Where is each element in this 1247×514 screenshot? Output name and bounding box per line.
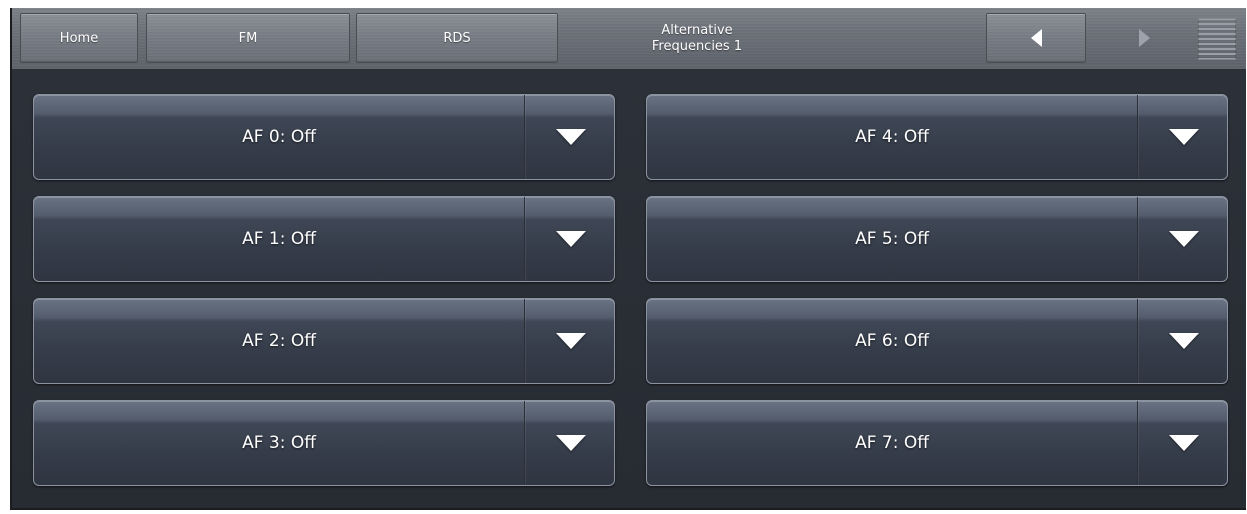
af-2-dropdown[interactable]: AF 2: Off: [33, 298, 615, 384]
af-6-dropdown[interactable]: AF 6: Off: [646, 298, 1228, 384]
af-2-dropdown-toggle[interactable]: [525, 299, 614, 383]
chevron-down-icon: [555, 231, 586, 247]
page-title-line1: Alternative: [661, 23, 733, 38]
af-7-dropdown[interactable]: AF 7: Off: [646, 400, 1228, 486]
af-3-dropdown[interactable]: AF 3: Off: [33, 400, 615, 486]
af-settings-panel: AF 0: Off AF 1: Off AF 2: Off AF 3: Off …: [12, 70, 1246, 508]
af-4-dropdown-toggle[interactable]: [1138, 95, 1227, 179]
arrow-left-icon: [1030, 29, 1042, 47]
af-1-label: AF 1: Off: [242, 229, 316, 249]
chevron-down-icon: [555, 333, 586, 349]
af-4-dropdown[interactable]: AF 4: Off: [646, 94, 1228, 180]
previous-page-button[interactable]: [986, 13, 1086, 63]
af-6-label: AF 6: Off: [855, 331, 929, 351]
af-0-label: AF 0: Off: [242, 127, 316, 147]
af-5-dropdown-toggle[interactable]: [1138, 197, 1227, 281]
menu-icon[interactable]: [1198, 18, 1236, 60]
page-title-line2: Frequencies 1: [651, 39, 743, 54]
chevron-down-icon: [1168, 435, 1199, 451]
af-3-dropdown-toggle[interactable]: [525, 401, 614, 485]
rds-button[interactable]: RDS: [356, 13, 558, 63]
app-window: Home FM RDS Alternative Frequencies 1 AF…: [0, 0, 1247, 514]
af-7-dropdown-toggle[interactable]: [1138, 401, 1227, 485]
af-6-dropdown-toggle[interactable]: [1138, 299, 1227, 383]
main-frame: Home FM RDS Alternative Frequencies 1 AF…: [10, 8, 1246, 510]
chevron-down-icon: [1168, 333, 1199, 349]
chevron-down-icon: [555, 129, 586, 145]
fm-button[interactable]: FM: [146, 13, 350, 63]
page-title: Alternative Frequencies 1: [572, 14, 822, 64]
af-0-dropdown-toggle[interactable]: [525, 95, 614, 179]
home-button[interactable]: Home: [20, 13, 138, 63]
af-1-dropdown-toggle[interactable]: [525, 197, 614, 281]
next-page-button[interactable]: [1094, 13, 1194, 63]
af-1-dropdown[interactable]: AF 1: Off: [33, 196, 615, 282]
af-0-dropdown[interactable]: AF 0: Off: [33, 94, 615, 180]
af-7-label: AF 7: Off: [855, 433, 929, 453]
af-5-label: AF 5: Off: [855, 229, 929, 249]
top-navigation-bar: Home FM RDS Alternative Frequencies 1: [12, 8, 1246, 70]
arrow-right-icon: [1138, 29, 1150, 47]
chevron-down-icon: [1168, 129, 1199, 145]
chevron-down-icon: [1168, 231, 1199, 247]
af-2-label: AF 2: Off: [242, 331, 316, 351]
af-3-label: AF 3: Off: [242, 433, 316, 453]
af-4-label: AF 4: Off: [855, 127, 929, 147]
chevron-down-icon: [555, 435, 586, 451]
af-5-dropdown[interactable]: AF 5: Off: [646, 196, 1228, 282]
